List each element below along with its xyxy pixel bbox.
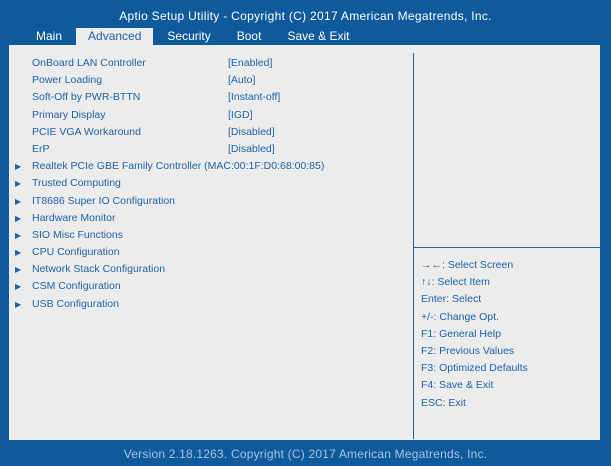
submenu-label: IT8686 Super IO Configuration [32,194,176,207]
triangle-right-icon: ▶ [15,213,22,223]
submenu-label: Hardware Monitor [32,211,116,224]
submenu-label: SIO Misc Functions [32,228,124,241]
submenu-label: Realtek PCIe GBE Family Controller (MAC:… [32,160,325,173]
triangle-right-icon: ▶ [15,179,22,189]
horizontal-divider [414,247,600,248]
help-line: F3: Optimized Defaults [421,362,528,375]
help-line: →←: Select Screen [421,259,514,271]
tab-save-exit[interactable]: Save & Exit [275,28,361,45]
submenu-csm-configuration[interactable]: ▶ CSM Configuration [9,278,409,295]
help-line: Enter: Select [421,293,482,306]
submenu-trusted-computing[interactable]: ▶ Trusted Computing [9,175,409,192]
setting-value[interactable]: [IGD] [228,107,253,124]
triangle-right-icon: ▶ [15,230,22,240]
submenu-usb-configuration[interactable]: ▶ USB Configuration [9,296,409,313]
help-line: ESC: Exit [421,396,466,409]
setting-value[interactable]: [Enabled] [228,55,272,72]
setting-label: ErP [32,142,50,155]
tab-main[interactable]: Main [24,28,74,45]
help-line: F2: Previous Values [421,344,515,357]
tab-security[interactable]: Security [155,28,222,45]
triangle-right-icon: ▶ [15,299,22,309]
submenu-sio-misc[interactable]: ▶ SIO Misc Functions [9,227,409,244]
submenu-label: Network Stack Configuration [32,263,166,276]
setting-value[interactable]: [Instant-off] [228,89,280,106]
triangle-right-icon: ▶ [15,248,22,258]
setting-onboard-lan[interactable]: OnBoard LAN Controller [Enabled] [9,55,409,72]
submenu-cpu-configuration[interactable]: ▶ CPU Configuration [9,244,409,261]
triangle-right-icon: ▶ [15,196,22,206]
footer-version: Version 2.18.1263. Copyright (C) 2017 Am… [123,447,488,461]
setting-label: Primary Display [32,108,106,121]
header-title: Aptio Setup Utility - Copyright (C) 2017… [119,9,492,23]
submenu-label: Trusted Computing [32,177,121,190]
help-line: F1: General Help [421,327,501,340]
triangle-right-icon: ▶ [15,162,22,172]
submenu-label: CSM Configuration [32,280,121,293]
triangle-right-icon: ▶ [15,265,22,275]
setting-power-loading[interactable]: Power Loading [Auto] [9,72,409,89]
setting-value[interactable]: [Disabled] [228,124,275,141]
submenu-label: USB Configuration [32,297,119,310]
setting-label: PCIE VGA Workaround [32,125,141,138]
submenu-label: CPU Configuration [32,246,120,259]
help-line: +/-: Change Opt. [421,310,499,323]
help-line: F4: Save & Exit [421,379,494,392]
setting-erp[interactable]: ErP [Disabled] [9,141,409,158]
setting-label: Soft-Off by PWR-BTTN [32,91,141,104]
help-line: ↑↓: Select Item [421,276,490,289]
tab-boot[interactable]: Boot [225,28,274,45]
key-help-panel: →←: Select Screen ↑↓: Select Item Enter:… [421,257,597,412]
setting-label: Power Loading [32,74,103,87]
setting-soft-off[interactable]: Soft-Off by PWR-BTTN [Instant-off] [9,89,409,106]
setting-pcie-vga-workaround[interactable]: PCIE VGA Workaround [Disabled] [9,124,409,141]
main-panel: OnBoard LAN Controller [Enabled] Power L… [9,45,600,440]
vertical-divider [413,53,414,439]
tab-bar: Main Advanced Security Boot Save & Exit [24,28,363,45]
triangle-right-icon: ▶ [15,282,22,292]
tab-advanced[interactable]: Advanced [76,28,154,45]
setting-primary-display[interactable]: Primary Display [IGD] [9,107,409,124]
setting-value[interactable]: [Disabled] [228,141,275,158]
setting-value[interactable]: [Auto] [228,72,255,89]
submenu-hardware-monitor[interactable]: ▶ Hardware Monitor [9,210,409,227]
setting-label: OnBoard LAN Controller [32,57,146,69]
settings-list: OnBoard LAN Controller [Enabled] Power L… [9,55,409,313]
submenu-realtek-controller[interactable]: ▶ Realtek PCIe GBE Family Controller (MA… [9,158,409,175]
submenu-super-io[interactable]: ▶ IT8686 Super IO Configuration [9,193,409,210]
submenu-network-stack[interactable]: ▶ Network Stack Configuration [9,261,409,278]
